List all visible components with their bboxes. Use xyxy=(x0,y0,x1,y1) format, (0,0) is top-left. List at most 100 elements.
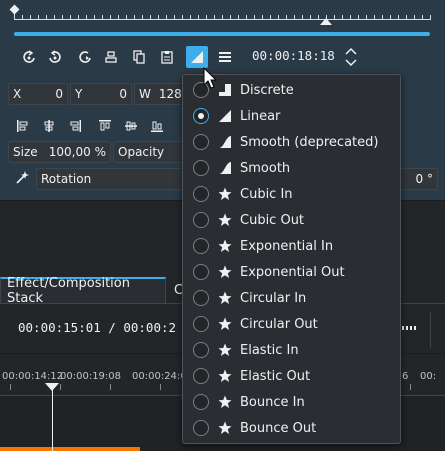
toolbar-divider xyxy=(430,312,431,348)
menu-item-exponential-out[interactable]: Exponential Out xyxy=(184,259,399,285)
magic-wand-icon xyxy=(16,171,29,184)
radio-button[interactable] xyxy=(193,134,209,150)
smooth-icon xyxy=(219,162,231,174)
linear-icon xyxy=(219,110,231,122)
menu-button[interactable] xyxy=(214,46,236,68)
radio-button[interactable] xyxy=(193,394,209,410)
menu-item-bounce-in[interactable]: Bounce In xyxy=(184,389,399,415)
ruler-label: 00: xyxy=(420,371,437,382)
ruler-tick xyxy=(102,15,103,20)
paste-button[interactable] xyxy=(156,46,178,68)
add-keyframe-button[interactable] xyxy=(44,46,66,68)
size-field[interactable]: Size 100,00 % xyxy=(8,141,111,163)
ruler-tick xyxy=(206,15,207,20)
menu-item-label: Circular In xyxy=(240,290,307,306)
monitor-timecode[interactable]: 00:00:15:01 / 00:00:2 xyxy=(18,320,176,335)
ruler-tick xyxy=(150,15,151,20)
center-button[interactable] xyxy=(100,46,122,68)
star-icon xyxy=(218,291,232,304)
star-icon xyxy=(218,239,232,252)
menu-item-label: Bounce In xyxy=(240,394,305,410)
menu-item-cubic-out[interactable]: Cubic Out xyxy=(184,207,399,233)
radio-button[interactable] xyxy=(193,342,209,358)
star-icon xyxy=(218,343,232,356)
align-vcenter-button[interactable] xyxy=(122,118,140,134)
copy-icon xyxy=(133,50,145,64)
radio-button[interactable] xyxy=(193,264,209,280)
ruler-tick xyxy=(142,15,143,20)
ruler-tick xyxy=(302,15,303,20)
mouse-cursor-icon xyxy=(203,67,218,89)
align-top-button[interactable] xyxy=(96,118,114,134)
ruler-tick xyxy=(230,15,231,20)
copy-button[interactable] xyxy=(128,46,150,68)
star-icon xyxy=(218,395,232,408)
rotation-field[interactable]: Rotation xyxy=(36,168,196,190)
ruler-tick xyxy=(160,384,161,390)
ruler-tick xyxy=(110,15,111,20)
radio-button-checked[interactable] xyxy=(193,108,209,124)
ruler-tick xyxy=(246,15,247,20)
menu-item-elastic-in[interactable]: Elastic In xyxy=(184,337,399,363)
menu-item-linear[interactable]: Linear xyxy=(184,103,399,129)
menu-item-elastic-out[interactable]: Elastic Out xyxy=(184,363,399,389)
menu-item-label: Circular Out xyxy=(240,316,318,332)
align-left-button[interactable] xyxy=(14,118,32,134)
align-right-icon xyxy=(70,120,81,132)
ruler-tick xyxy=(70,15,71,20)
ruler-tick xyxy=(350,15,351,20)
radio-button[interactable] xyxy=(193,160,209,176)
ruler-range-bar[interactable] xyxy=(14,32,430,36)
ruler-tick xyxy=(294,15,295,20)
clip-strip[interactable] xyxy=(0,447,140,451)
opacity-field[interactable]: Opacity xyxy=(113,141,193,163)
timeline-playhead[interactable] xyxy=(45,383,59,391)
ruler-tick xyxy=(398,15,399,20)
opacity-label: Opacity xyxy=(118,145,165,159)
radio-button[interactable] xyxy=(193,238,209,254)
rotation-label: Rotation xyxy=(41,172,92,186)
menu-item-exponential-in[interactable]: Exponential In xyxy=(184,233,399,259)
menu-item-cubic-in[interactable]: Cubic In xyxy=(184,181,399,207)
menu-item-label: Bounce Out xyxy=(240,420,317,436)
ruler-tick xyxy=(410,384,411,390)
ruler-tick xyxy=(382,15,383,20)
discrete-icon xyxy=(219,84,231,96)
radio-button[interactable] xyxy=(193,316,209,332)
menu-item-label: Elastic In xyxy=(240,342,299,358)
radio-button[interactable] xyxy=(193,212,209,228)
menu-item-smooth[interactable]: Smooth xyxy=(184,155,399,181)
radio-button[interactable] xyxy=(193,368,209,384)
menu-item-circular-out[interactable]: Circular Out xyxy=(184,311,399,337)
ruler-tick xyxy=(174,15,175,20)
ruler-tick xyxy=(198,15,199,20)
rotation-keyframe-button[interactable] xyxy=(14,170,30,186)
radio-button[interactable] xyxy=(193,186,209,202)
menu-item-label: Discrete xyxy=(240,82,294,98)
ruler-tick xyxy=(14,15,15,20)
timecode-spin-arrows[interactable] xyxy=(344,46,358,68)
interpolation-button[interactable] xyxy=(186,46,208,68)
menu-item-circular-in[interactable]: Circular In xyxy=(184,285,399,311)
tab-effect-composition-stack[interactable]: Effect/Composition Stack xyxy=(0,276,166,306)
ruler-tick xyxy=(46,15,47,20)
size-value: 100,00 % xyxy=(48,145,106,159)
x-field[interactable]: X 0 xyxy=(8,83,68,105)
menu-item-smooth-deprecated[interactable]: Smooth (deprecated) xyxy=(184,129,399,155)
keyframe-timecode[interactable]: 00:00:18:18 xyxy=(252,48,335,63)
align-bottom-button[interactable] xyxy=(148,118,166,134)
align-hcenter-button[interactable] xyxy=(40,118,58,134)
smooth-icon xyxy=(219,136,231,148)
menu-item-bounce-out[interactable]: Bounce Out xyxy=(184,415,399,441)
previous-keyframe-button[interactable] xyxy=(18,46,40,68)
align-right-button[interactable] xyxy=(66,118,84,134)
ruler-tick xyxy=(78,15,79,20)
keyframe-ruler[interactable] xyxy=(9,4,431,40)
align-left-icon xyxy=(17,120,28,132)
align-top-icon xyxy=(99,120,111,131)
y-field[interactable]: Y 0 xyxy=(70,83,132,105)
radio-button[interactable] xyxy=(193,420,209,436)
radio-button[interactable] xyxy=(193,290,209,306)
rotation-value-field[interactable]: 0 ° xyxy=(398,168,438,190)
next-keyframe-button[interactable] xyxy=(74,46,96,68)
